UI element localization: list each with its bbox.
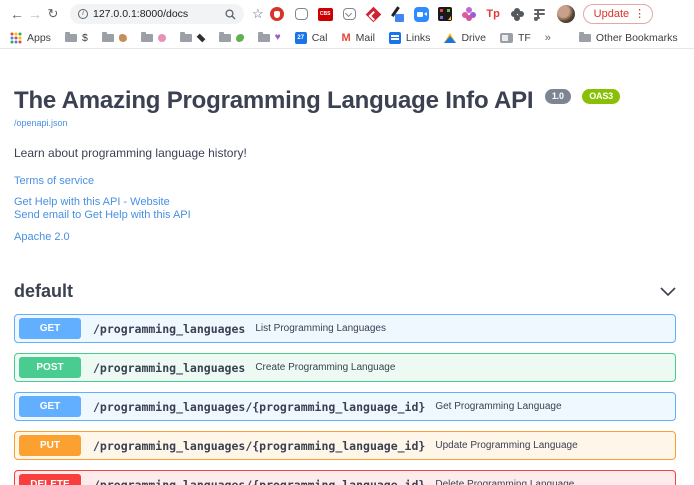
google-drive-icon [444, 33, 456, 43]
brain-emoji-icon [158, 34, 166, 42]
endpoint-path: /programming_languages [93, 322, 245, 336]
bookmark-drive[interactable]: Drive [444, 32, 486, 44]
site-info-icon[interactable]: i [78, 9, 88, 19]
flower-extension-icon[interactable] [462, 7, 477, 22]
bookmark-tf[interactable]: TF [500, 32, 531, 44]
page-title: The Amazing Programming Language Info AP… [14, 87, 676, 115]
address-bar[interactable]: i 127.0.0.1:8000/docs [70, 4, 244, 24]
bookmark-calendar[interactable]: 27 Cal [295, 32, 328, 44]
method-badge: GET [19, 396, 81, 417]
leaf-emoji-icon [236, 34, 244, 42]
bookmark-folder-money[interactable]: $ [65, 32, 88, 44]
qr-extension-icon[interactable] [438, 7, 453, 22]
red-diamond-extension-icon[interactable] [366, 7, 381, 22]
method-badge: PUT [19, 435, 81, 456]
tag-name: default [14, 281, 73, 302]
apps-grid-icon [10, 32, 22, 44]
extensions-row: CBS Tp [270, 7, 549, 22]
endpoint-path: /programming_languages/{programming_lang… [93, 439, 425, 453]
browser-window: ← → ↻ i 127.0.0.1:8000/docs ☆ CBS [0, 0, 694, 485]
contact-website-link[interactable]: Get Help with this API - Website [14, 196, 170, 209]
bookmarks-bar: Apps $ ♥ 27 Cal M [0, 28, 694, 49]
back-icon[interactable]: ← [8, 6, 26, 22]
links-icon [389, 32, 401, 44]
bookmark-links[interactable]: Links [389, 32, 431, 44]
bookmark-mail[interactable]: M Mail [341, 32, 374, 44]
bookmark-folder-heart[interactable]: ♥ [258, 33, 281, 43]
folder-icon [102, 34, 114, 42]
browser-toolbar: ← → ↻ i 127.0.0.1:8000/docs ☆ CBS [0, 0, 694, 28]
bookmark-folder-leaf[interactable] [219, 34, 244, 42]
pocket-extension-icon[interactable] [342, 7, 357, 22]
forward-icon[interactable]: → [26, 6, 44, 22]
graduation-cap-emoji-icon [196, 34, 205, 43]
endpoint-summary: Create Programming Language [255, 362, 395, 373]
other-bookmarks[interactable]: Other Bookmarks [579, 32, 678, 44]
folder-icon [579, 34, 591, 42]
cbs-extension-icon[interactable]: CBS [318, 8, 333, 21]
contact-email-link[interactable]: Send email to Get Help with this API [14, 209, 191, 222]
folder-icon [180, 34, 192, 42]
method-badge: POST [19, 357, 81, 378]
playlist-extension-icon[interactable] [534, 7, 549, 22]
api-title-text: The Amazing Programming Language Info AP… [14, 87, 533, 114]
bookmark-folder-graduation[interactable] [180, 34, 205, 42]
endpoint-path: /programming_languages [93, 361, 245, 375]
openapi-json-link[interactable]: /openapi.json [14, 118, 68, 128]
endpoint-row-get-language[interactable]: GET /programming_languages/{programming_… [14, 392, 676, 421]
tag-section-header[interactable]: default [14, 281, 676, 302]
endpoint-row-delete-language[interactable]: DELETE /programming_languages/{programmi… [14, 470, 676, 485]
bookmark-star-icon[interactable]: ☆ [252, 6, 264, 22]
calendar-icon: 27 [295, 32, 307, 44]
purple-heart-emoji-icon: ♥ [275, 33, 281, 43]
puzzle-extension-icon[interactable] [510, 7, 525, 22]
browser-menu-kebab-icon[interactable]: ⋮ [634, 9, 645, 20]
bookmark-apps[interactable]: Apps [10, 32, 51, 44]
endpoint-summary: Get Programming Language [435, 401, 561, 412]
profile-avatar[interactable] [557, 5, 575, 23]
license-link[interactable]: Apache 2.0 [14, 231, 70, 243]
chevron-down-icon[interactable] [660, 287, 676, 296]
tp-extension-icon[interactable]: Tp [486, 7, 501, 22]
folder-icon [219, 34, 231, 42]
bookmark-folder-brain[interactable] [141, 34, 166, 42]
oas3-badge: OAS3 [582, 89, 620, 104]
url-text[interactable]: 127.0.0.1:8000/docs [93, 8, 220, 20]
zoom-camera-extension-icon[interactable] [414, 7, 429, 22]
terms-of-service-link[interactable]: Terms of service [14, 175, 94, 187]
tf-favicon-icon [500, 33, 513, 43]
update-label: Update [594, 8, 629, 20]
gmail-icon: M [341, 32, 350, 44]
api-description: Learn about programming language history… [14, 146, 676, 160]
update-button[interactable]: Update ⋮ [583, 4, 653, 24]
endpoint-path: /programming_languages/{programming_lang… [93, 478, 425, 485]
endpoint-summary: Delete Programming Language [435, 479, 574, 485]
endpoint-row-update-language[interactable]: PUT /programming_languages/{programming_… [14, 431, 676, 460]
endpoint-row-create-language[interactable]: POST /programming_languages Create Progr… [14, 353, 676, 382]
method-badge: DELETE [19, 474, 81, 485]
bookmarks-overflow-chevron[interactable]: » [545, 32, 551, 44]
endpoint-row-list-languages[interactable]: GET /programming_languages List Programm… [14, 314, 676, 343]
folder-icon [258, 34, 270, 42]
endpoint-path: /programming_languages/{programming_lang… [93, 400, 425, 414]
adblock-extension-icon[interactable] [270, 7, 285, 22]
chat-bubble-extension-icon[interactable] [294, 7, 309, 22]
version-badge: 1.0 [545, 89, 571, 104]
bookmark-folder-horse[interactable] [102, 34, 127, 42]
eyedropper-extension-icon[interactable] [390, 7, 405, 22]
zoom-indicator-icon[interactable] [225, 9, 236, 20]
endpoint-summary: List Programming Languages [255, 323, 386, 334]
folder-icon [65, 34, 77, 42]
folder-icon [141, 34, 153, 42]
horse-emoji-icon [119, 34, 127, 42]
endpoint-summary: Update Programming Language [435, 440, 577, 451]
swagger-docs-page: The Amazing Programming Language Info AP… [0, 49, 694, 485]
reload-icon[interactable]: ↻ [44, 6, 62, 22]
method-badge: GET [19, 318, 81, 339]
